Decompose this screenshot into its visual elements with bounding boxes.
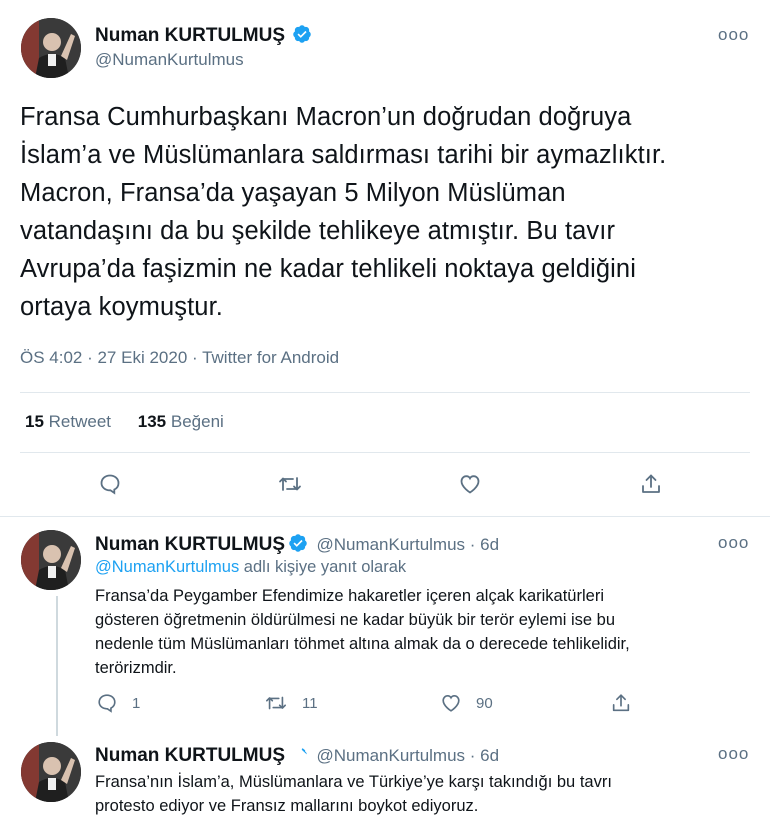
reply-header: Numan KURTULMUŞ @NumanKurtulmus · 6d [95, 533, 499, 558]
tweet-text-line: vatandaşını da bu şekilde tehlikeye atmı… [20, 217, 616, 245]
author-name-row[interactable]: Numan KURTULMUŞ [95, 24, 312, 49]
share-button[interactable] [610, 692, 632, 714]
reply-text-line: protesto ediyor ve Fransız mallarını boy… [95, 797, 479, 815]
tweet-text-line: Macron, Fransa’da yaşayan 5 Milyon Müslü… [20, 179, 566, 207]
reply-author-handle[interactable]: @NumanKurtulmus · 6d [316, 535, 499, 554]
tweet-text-line: Fransa Cumhurbaşkanı Macron’un doğrudan … [20, 103, 632, 131]
avatar-photo-icon [21, 530, 81, 590]
reply-icon [98, 472, 122, 496]
like-icon [440, 692, 462, 714]
verified-badge-icon [288, 744, 308, 769]
reply-icon [96, 692, 118, 714]
reply-header: Numan KURTULMUŞ @NumanKurtulmus · 6d [95, 744, 499, 769]
author-avatar[interactable] [21, 18, 81, 78]
reply-text: Fransa’da Peygamber Efendimize hakaretle… [95, 584, 735, 680]
thread-connector-line [56, 596, 58, 736]
avatar-photo-icon [21, 18, 81, 78]
reply-text-line: Fransa’nın İslam’a, Müslümanlara ve Türk… [95, 773, 612, 791]
divider [20, 392, 750, 393]
reply-button[interactable]: 1 [96, 692, 140, 714]
share-button[interactable] [639, 472, 663, 496]
retweet-stat[interactable]: 15 Retweet [25, 412, 111, 431]
reply-text-line: nedenle tüm Müslümanları töhmet altına a… [95, 635, 630, 653]
replying-to-suffix: adlı kişiye yanıt olarak [239, 558, 407, 576]
author-handle[interactable]: @NumanKurtulmus [95, 50, 244, 70]
like-count: 90 [476, 694, 493, 712]
like-stat[interactable]: 135 Beğeni [138, 412, 224, 431]
reply-text-line: gösteren öğretmenin öldürülmesi ne kadar… [95, 611, 616, 629]
like-icon [458, 472, 482, 496]
divider [20, 452, 750, 453]
tweet-text: Fransa Cumhurbaşkanı Macron’un doğrudan … [20, 98, 750, 326]
retweet-icon [277, 472, 303, 496]
reply-author-handle[interactable]: @NumanKurtulmus · 6d [316, 746, 499, 765]
tweet-timestamp-source[interactable]: ÖS 4:02 · 27 Eki 2020 · Twitter for Andr… [20, 348, 339, 368]
retweet-icon [264, 692, 288, 714]
retweet-button[interactable] [277, 472, 303, 496]
like-button[interactable]: 90 [440, 692, 493, 714]
avatar-photo-icon [21, 742, 81, 802]
more-options-icon[interactable]: ooo [718, 25, 749, 45]
reply-author-name[interactable]: Numan KURTULMUŞ [95, 745, 285, 766]
reply-author-avatar[interactable] [21, 742, 81, 802]
reply-count: 1 [132, 694, 141, 712]
tweet-text-line: İslam’a ve Müslümanlara saldırması tarih… [20, 141, 667, 169]
tweet-text-line: ortaya koymuştur. [20, 293, 223, 321]
author-name[interactable]: Numan KURTULMUŞ [95, 25, 285, 46]
replying-to: @NumanKurtulmus adlı kişiye yanıt olarak [95, 558, 406, 577]
verified-badge-icon [292, 24, 312, 49]
more-options-icon[interactable]: ooo [718, 744, 749, 764]
retweet-count: 11 [302, 694, 318, 712]
replying-to-handle-link[interactable]: @NumanKurtulmus [95, 558, 239, 576]
like-button[interactable] [458, 472, 482, 496]
reply-author-name[interactable]: Numan KURTULMUŞ [95, 534, 285, 555]
reply-text-line: terörizmdir. [95, 659, 177, 677]
reply-text: Fransa’nın İslam’a, Müslümanlara ve Türk… [95, 770, 735, 818]
more-options-icon[interactable]: ooo [718, 533, 749, 553]
reply-text-line: Fransa’da Peygamber Efendimize hakaretle… [95, 587, 604, 605]
divider [0, 516, 770, 517]
verified-badge-icon [288, 533, 308, 558]
reply-button[interactable] [98, 472, 122, 496]
retweet-button[interactable]: 11 [264, 692, 318, 714]
tweet-text-line: Avrupa’da faşizmin ne kadar tehlikeli no… [20, 255, 636, 283]
reply-author-avatar[interactable] [21, 530, 81, 590]
engagement-stats: 15 Retweet 135 Beğeni [25, 412, 246, 432]
share-icon [610, 692, 632, 714]
share-icon [639, 472, 663, 496]
